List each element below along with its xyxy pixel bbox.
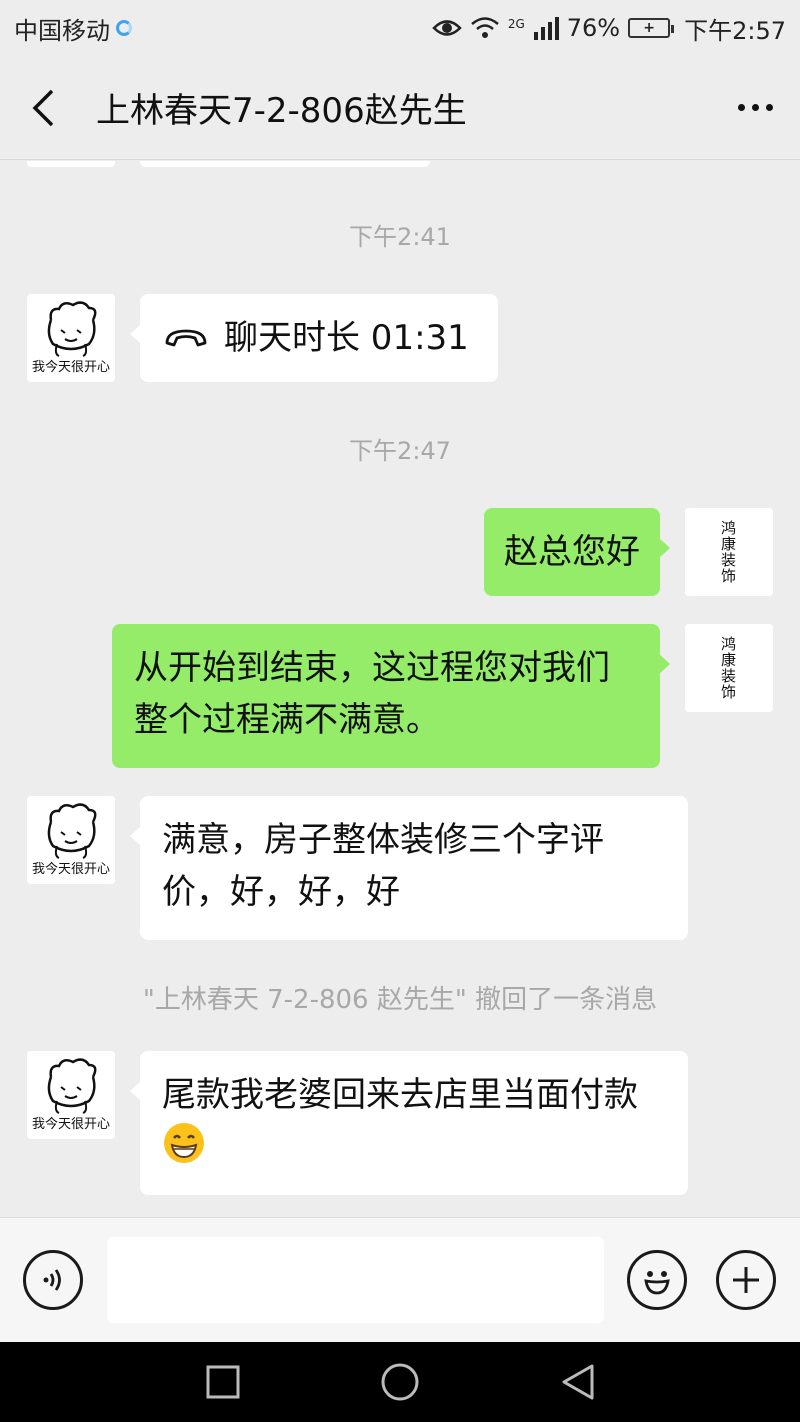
home-icon bbox=[381, 1363, 419, 1401]
sync-icon bbox=[116, 20, 132, 36]
recent-apps-icon bbox=[206, 1365, 240, 1399]
voice-icon bbox=[43, 1269, 61, 1291]
carrier-name: 中国移动 bbox=[14, 16, 110, 45]
avatar-partial bbox=[27, 161, 115, 167]
message-text: 赵总您好 bbox=[504, 532, 640, 572]
more-dot bbox=[765, 104, 773, 111]
chat-title: 上林春天7-2-806赵先生 bbox=[96, 91, 467, 131]
avatar-caption: 我今天很开心 bbox=[31, 360, 110, 375]
contact-avatar[interactable]: 我今天很开心 bbox=[27, 1051, 115, 1139]
status-right: 2G 76% + 下午2:57 bbox=[432, 11, 786, 46]
more-functions-button[interactable] bbox=[716, 1250, 776, 1310]
chat-input-bar bbox=[0, 1217, 800, 1342]
emoji-button[interactable] bbox=[627, 1250, 687, 1310]
wifi-icon bbox=[471, 17, 499, 38]
recent-apps-button[interactable] bbox=[203, 1362, 243, 1402]
more-dots-icon bbox=[737, 104, 745, 111]
clock: 下午2:57 bbox=[684, 16, 786, 45]
incoming-message[interactable]: 满意，房子整体装修三个字评价，好，好，好 bbox=[130, 796, 688, 940]
chat-message-list[interactable]: 下午2:41 我今天很开心 聊天时长 01:31 下午2:47 赵总您好 鸿康装… bbox=[0, 161, 800, 1217]
status-left: 中国移动 bbox=[14, 11, 132, 46]
plus-icon bbox=[733, 1267, 759, 1293]
more-options-button[interactable] bbox=[710, 56, 800, 160]
status-bar: 中国移动 2G 76% + 下午2:57 bbox=[0, 0, 800, 56]
more-dot bbox=[751, 104, 759, 111]
avatar-caption: 我今天很开心 bbox=[31, 1117, 110, 1132]
contact-avatar[interactable]: 我今天很开心 bbox=[27, 294, 115, 382]
call-duration-text: 聊天时长 01:31 bbox=[224, 318, 469, 358]
self-avatar-caption: 鸿康装饰 bbox=[721, 519, 737, 585]
self-avatar[interactable]: 鸿康装饰 bbox=[685, 624, 773, 712]
message-text: 尾款我老婆回来去店里当面付款 bbox=[162, 1075, 638, 1115]
voice-call-message[interactable]: 聊天时长 01:31 bbox=[130, 294, 498, 382]
outgoing-message[interactable]: 赵总您好 bbox=[484, 508, 670, 596]
back-button[interactable] bbox=[8, 56, 78, 160]
battery-percent: 76% bbox=[566, 14, 621, 42]
voice-input-button[interactable] bbox=[23, 1250, 83, 1310]
back-icon bbox=[562, 1364, 594, 1400]
home-button[interactable] bbox=[380, 1362, 420, 1402]
self-avatar-caption: 鸿康装饰 bbox=[721, 635, 737, 701]
signal-icon bbox=[533, 17, 559, 40]
message-timestamp: 下午2:47 bbox=[349, 437, 451, 465]
message-bubble-partial bbox=[140, 161, 430, 167]
system-nav-bar bbox=[0, 1342, 800, 1422]
back-nav-button[interactable] bbox=[558, 1362, 598, 1402]
chat-header: 上林春天7-2-806赵先生 bbox=[0, 56, 800, 160]
smiley-icon bbox=[644, 1271, 670, 1295]
grinning-face-emoji bbox=[164, 1123, 204, 1163]
message-timestamp: 下午2:41 bbox=[349, 223, 451, 251]
self-avatar[interactable]: 鸿康装饰 bbox=[685, 508, 773, 596]
eye-icon bbox=[432, 20, 462, 36]
network-type: 2G bbox=[507, 16, 525, 31]
phone-hangup-icon bbox=[165, 329, 207, 347]
outgoing-message[interactable]: 从开始到结束，这过程您对我们整个过程满不满意。 bbox=[112, 624, 670, 768]
recall-notice: "上林春天 7-2-806 赵先生" 撤回了一条消息 bbox=[142, 985, 658, 1015]
avatar-caption: 我今天很开心 bbox=[31, 862, 110, 877]
chevron-left-icon bbox=[32, 89, 54, 126]
message-text: 满意，房子整体装修三个字评价，好，好，好 bbox=[162, 820, 604, 912]
message-input[interactable] bbox=[107, 1237, 604, 1323]
battery-icon: + bbox=[628, 18, 675, 38]
message-text: 从开始到结束，这过程您对我们整个过程满不满意。 bbox=[134, 648, 610, 740]
contact-avatar[interactable]: 我今天很开心 bbox=[27, 796, 115, 884]
incoming-message[interactable]: 尾款我老婆回来去店里当面付款 bbox=[130, 1051, 688, 1195]
